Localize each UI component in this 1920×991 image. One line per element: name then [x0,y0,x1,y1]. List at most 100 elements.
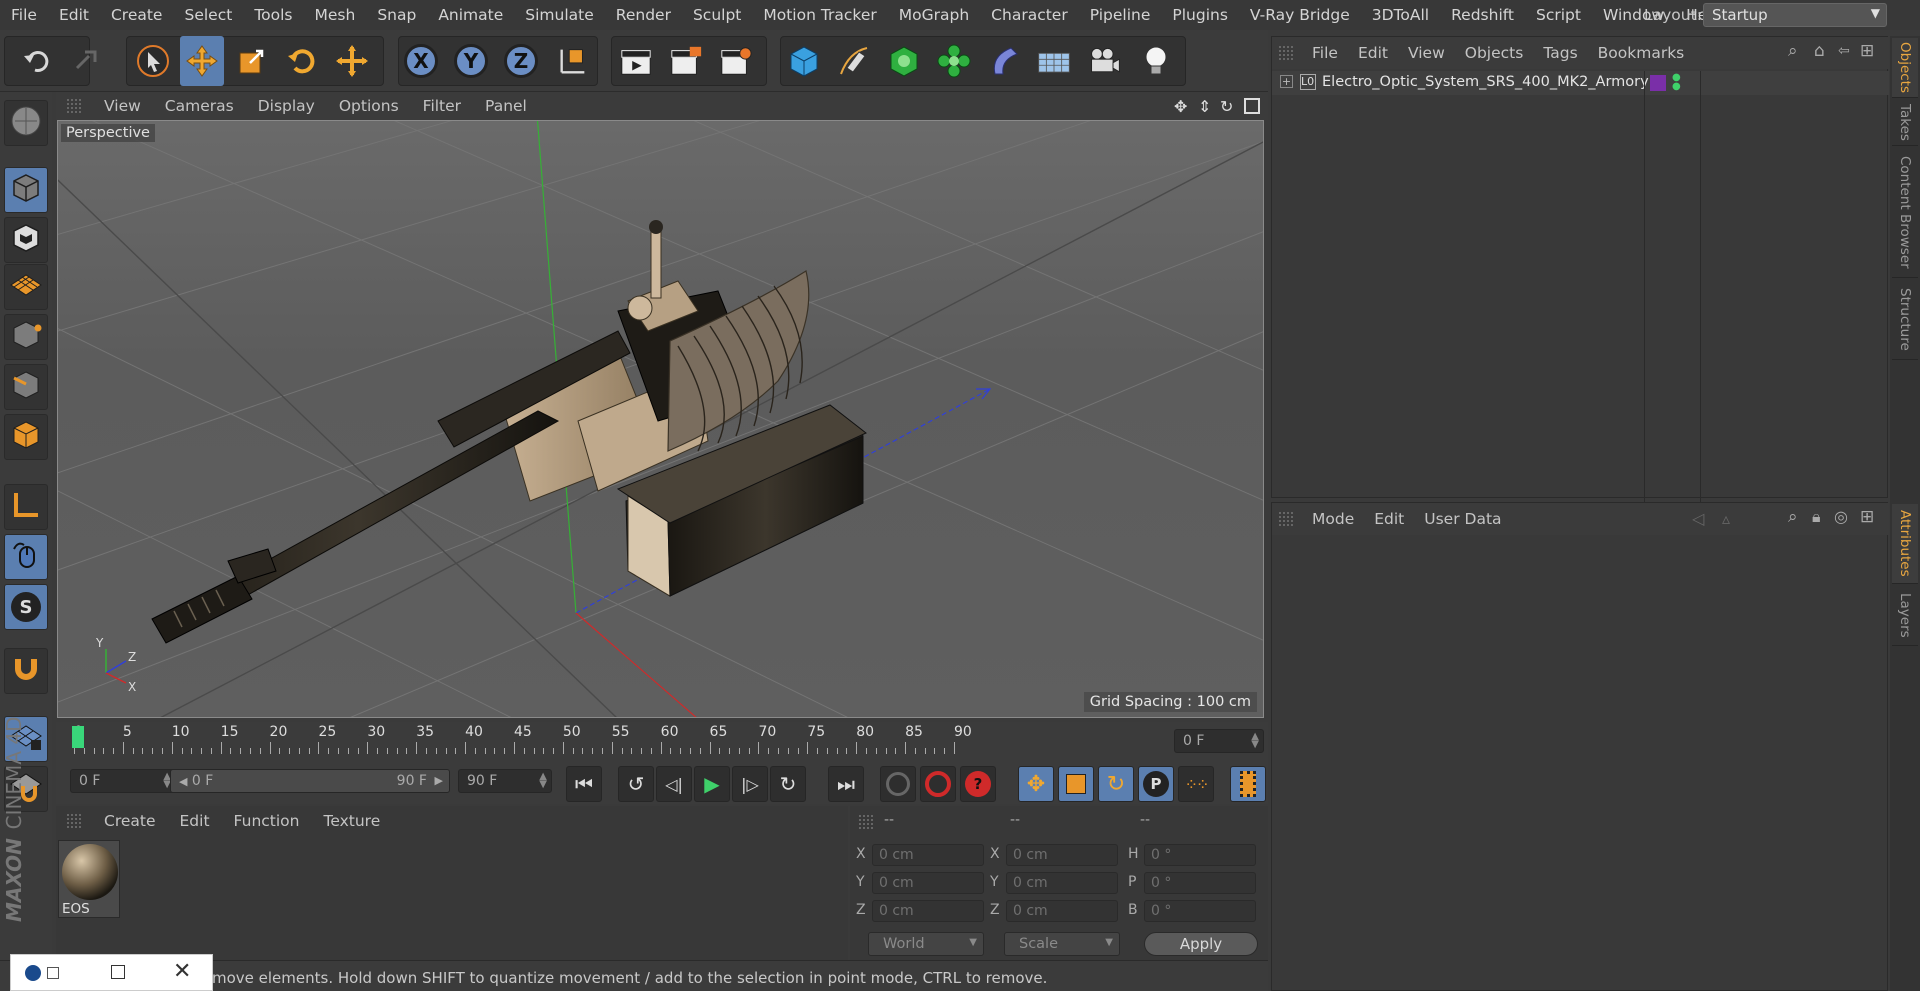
viewport-menu-panel[interactable]: Panel [473,97,539,115]
frame-range-slider[interactable]: ◀ 0 F 90 F ▶ [170,769,450,793]
goto-end-button[interactable]: ⏭ [828,766,864,802]
menu-motion-tracker[interactable]: Motion Tracker [752,6,887,24]
attribute-menu-mode[interactable]: Mode [1302,510,1364,528]
rotate-tool-button[interactable] [280,36,324,86]
record-rotation-button[interactable]: ↻ [1098,766,1134,802]
menu-plugins[interactable]: Plugins [1161,6,1239,24]
viewport-menu-view[interactable]: View [92,97,153,115]
render-picture-viewer-button[interactable] [664,36,708,86]
polygons-mode-button[interactable] [4,414,48,460]
subdivision-surface-button[interactable] [882,36,926,86]
object-row[interactable]: + L0 Electro_Optic_System_SRS_400_MK2_Ar… [1272,71,1889,511]
goto-start-button[interactable]: ⏮ [566,766,602,802]
new-panel-icon[interactable]: ⊞ [1860,41,1874,61]
viewport-camera-label[interactable]: Perspective [61,124,155,142]
tab-layers[interactable]: Layers [1892,586,1918,646]
magnet-tool-button[interactable] [4,648,48,694]
edges-mode-button[interactable] [4,364,48,410]
goto-next-key-button[interactable]: ↻ [770,766,806,802]
layer-color-swatch[interactable] [1650,75,1666,91]
current-frame-field[interactable]: 0 F ▲ ▼ [1174,729,1264,753]
toggle-view-icon[interactable] [1244,98,1260,114]
range-right-arrow-icon[interactable]: ▶ [435,774,443,787]
size-mode-dropdown[interactable]: Scale ▼ [1004,932,1120,956]
back-arrow-icon[interactable]: ⇦ [1838,43,1850,59]
lock-icon[interactable]: 🔒︎ [1812,507,1821,527]
restore-icon[interactable] [47,967,59,979]
menu-vray-bridge[interactable]: V-Ray Bridge [1239,6,1361,24]
menu-select[interactable]: Select [173,6,243,24]
search-icon[interactable]: ⌕ [1788,41,1798,61]
object-menu-bookmarks[interactable]: Bookmarks [1588,44,1695,62]
snap-toggle-button[interactable]: S [4,584,48,630]
viewport-menu-options[interactable]: Options [327,97,411,115]
record-position-button[interactable]: ✥ [1018,766,1054,802]
timeline-ruler[interactable]: 051015202530354045505560657075808590 0 F… [56,722,1268,760]
spline-pen-button[interactable] [832,36,876,86]
tab-takes[interactable]: Takes [1892,100,1918,146]
attribute-menu-edit[interactable]: Edit [1364,510,1414,528]
redo-button[interactable] [64,36,108,86]
coordinate-space-dropdown[interactable]: World ▼ [868,932,984,956]
object-mode-button[interactable] [4,167,48,213]
menu-render[interactable]: Render [605,6,682,24]
undo-button[interactable] [16,36,60,86]
menu-create[interactable]: Create [100,6,174,24]
tab-structure[interactable]: Structure [1892,280,1918,360]
end-frame-field[interactable]: 90 F ▲ ▼ [458,769,552,793]
menu-file[interactable]: File [0,6,48,24]
record-point-level-button[interactable]: ⁘⁘ [1178,766,1214,802]
menu-animate[interactable]: Animate [427,6,514,24]
menu-character[interactable]: Character [980,6,1079,24]
grip-handle[interactable] [1278,45,1294,61]
lock-z-axis-button[interactable]: Z [499,36,543,86]
object-menu-edit[interactable]: Edit [1348,44,1398,62]
deformer-button[interactable] [982,36,1026,86]
viewport-menu-filter[interactable]: Filter [411,97,473,115]
viewport-menu-cameras[interactable]: Cameras [153,97,246,115]
size-x-field[interactable]: 0 cm [1006,844,1118,866]
rot-h-field[interactable]: 0 ° [1144,844,1256,866]
visibility-dots-icon[interactable]: ● ● [1672,73,1681,92]
pos-z-field[interactable]: 0 cm [872,900,984,922]
start-frame-field[interactable]: 0 F ▲ ▼ [70,769,176,793]
expand-icon[interactable]: + [1280,75,1293,88]
move-tool-button[interactable] [180,36,224,86]
object-menu-tags[interactable]: Tags [1533,44,1587,62]
axis-mode-button[interactable] [4,484,48,530]
lock-x-axis-button[interactable]: X [399,36,443,86]
size-z-field[interactable]: 0 cm [1006,900,1118,922]
next-frame-button[interactable]: |▷ [732,766,768,802]
weapon-model[interactable] [151,220,867,644]
camera-object-button[interactable] [1083,36,1127,86]
object-menu-view[interactable]: View [1398,44,1455,62]
rot-p-field[interactable]: 0 ° [1144,872,1256,894]
menu-mesh[interactable]: Mesh [304,6,367,24]
playhead-marker[interactable] [72,726,84,748]
attribute-menu-user-data[interactable]: User Data [1414,510,1511,528]
menu-pipeline[interactable]: Pipeline [1079,6,1162,24]
material-menu-create[interactable]: Create [92,812,168,830]
autokeying-button[interactable]: ? [960,766,996,802]
viewport-menu-display[interactable]: Display [246,97,327,115]
object-name[interactable]: Electro_Optic_System_SRS_400_MK2_Armory [1322,74,1649,90]
points-mode-button[interactable] [4,314,48,360]
material-swatch[interactable]: EOS [58,840,120,918]
back-arrow-icon[interactable]: ◁ [1692,509,1704,528]
tweak-mode-button[interactable] [4,534,48,580]
model-mode-button[interactable] [4,100,48,146]
workplane-mode-button[interactable] [4,264,48,310]
lock-y-axis-button[interactable]: Y [449,36,493,86]
cloner-button[interactable] [932,36,976,86]
new-panel-icon[interactable]: ⊞ [1860,507,1874,527]
coordinate-system-button[interactable] [551,36,595,86]
record-scale-button[interactable] [1058,766,1094,802]
cube-object-button[interactable] [782,36,826,86]
material-menu-edit[interactable]: Edit [168,812,222,830]
size-y-field[interactable]: 0 cm [1006,872,1118,894]
pan-view-icon[interactable]: ✥ [1174,97,1187,116]
transform-tool-button[interactable] [330,36,374,86]
menu-edit[interactable]: Edit [48,6,100,24]
material-menu-function[interactable]: Function [222,812,312,830]
grip-handle[interactable] [1278,511,1294,527]
